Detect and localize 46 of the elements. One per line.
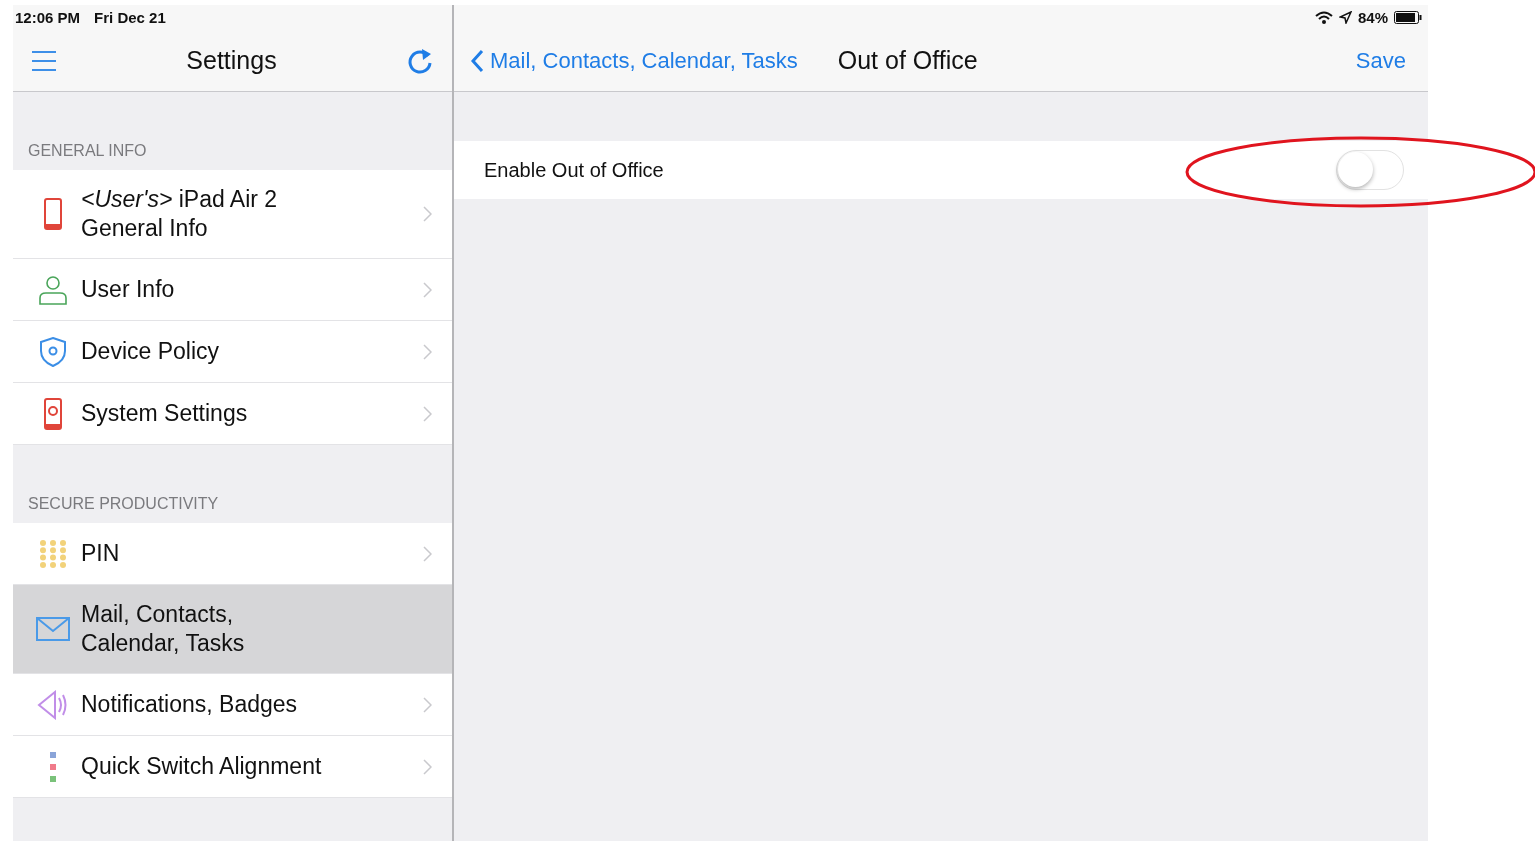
sidebar-item[interactable]: Notifications, Badges bbox=[13, 674, 452, 736]
speaker-icon bbox=[37, 689, 69, 720]
save-button[interactable]: Save bbox=[1355, 47, 1406, 74]
sidebar-item[interactable]: User Info bbox=[13, 259, 452, 321]
wifi-icon bbox=[1314, 11, 1333, 24]
sidebar-item[interactable]: <User's> iPad Air 2 General Info bbox=[13, 170, 452, 259]
sidebar-title: Settings bbox=[186, 46, 277, 75]
sidebar-item[interactable]: Quick Switch Alignment bbox=[13, 736, 452, 798]
toggle-switch[interactable] bbox=[1336, 150, 1404, 190]
user-icon bbox=[38, 274, 68, 305]
mail-icon bbox=[36, 617, 70, 641]
phone-icon bbox=[44, 198, 62, 230]
back-chevron-icon bbox=[470, 48, 484, 73]
chevron-icon bbox=[423, 545, 432, 562]
settings-icon bbox=[44, 397, 62, 430]
sidebar-item[interactable]: Mail, Contacts, Calendar, Tasks bbox=[13, 585, 452, 674]
chevron-icon bbox=[423, 343, 432, 360]
menu-icon[interactable] bbox=[31, 48, 57, 73]
keypad-icon bbox=[39, 539, 67, 568]
chevron-icon bbox=[423, 405, 432, 422]
item-label: Quick Switch Alignment bbox=[81, 752, 323, 781]
status-time: 12:06 PM bbox=[15, 9, 81, 26]
dots-icon bbox=[49, 750, 57, 783]
chevron-icon bbox=[423, 281, 432, 298]
status-date: Fri Dec 21 bbox=[94, 9, 166, 26]
battery-percent: 84% bbox=[1357, 9, 1388, 26]
battery-icon bbox=[1394, 11, 1422, 24]
location-icon bbox=[1338, 11, 1352, 24]
chevron-icon bbox=[423, 696, 432, 713]
item-label: Notifications, Badges bbox=[81, 690, 299, 719]
item-label: Device Policy bbox=[81, 337, 221, 366]
item-label: PIN bbox=[81, 539, 121, 568]
shield-icon bbox=[40, 336, 66, 367]
sidebar-item[interactable]: System Settings bbox=[13, 383, 452, 445]
page-title: Out of Office bbox=[837, 46, 979, 75]
back-button[interactable]: Mail, Contacts, Calendar, Tasks bbox=[470, 47, 798, 74]
sidebar-item[interactable]: Device Policy bbox=[13, 321, 452, 383]
item-label: Mail, Contacts, Calendar, Tasks bbox=[81, 600, 246, 658]
setting-label: Enable Out of Office bbox=[484, 158, 664, 182]
section-header: GENERAL INFO bbox=[28, 142, 147, 160]
section-header: SECURE PRODUCTIVITY bbox=[28, 495, 219, 513]
chevron-icon bbox=[423, 206, 432, 222]
item-label: User Info bbox=[81, 275, 176, 304]
chevron-icon bbox=[423, 758, 432, 775]
item-label: <User's> iPad Air 2 General Info bbox=[81, 185, 279, 243]
item-label: System Settings bbox=[81, 399, 249, 428]
